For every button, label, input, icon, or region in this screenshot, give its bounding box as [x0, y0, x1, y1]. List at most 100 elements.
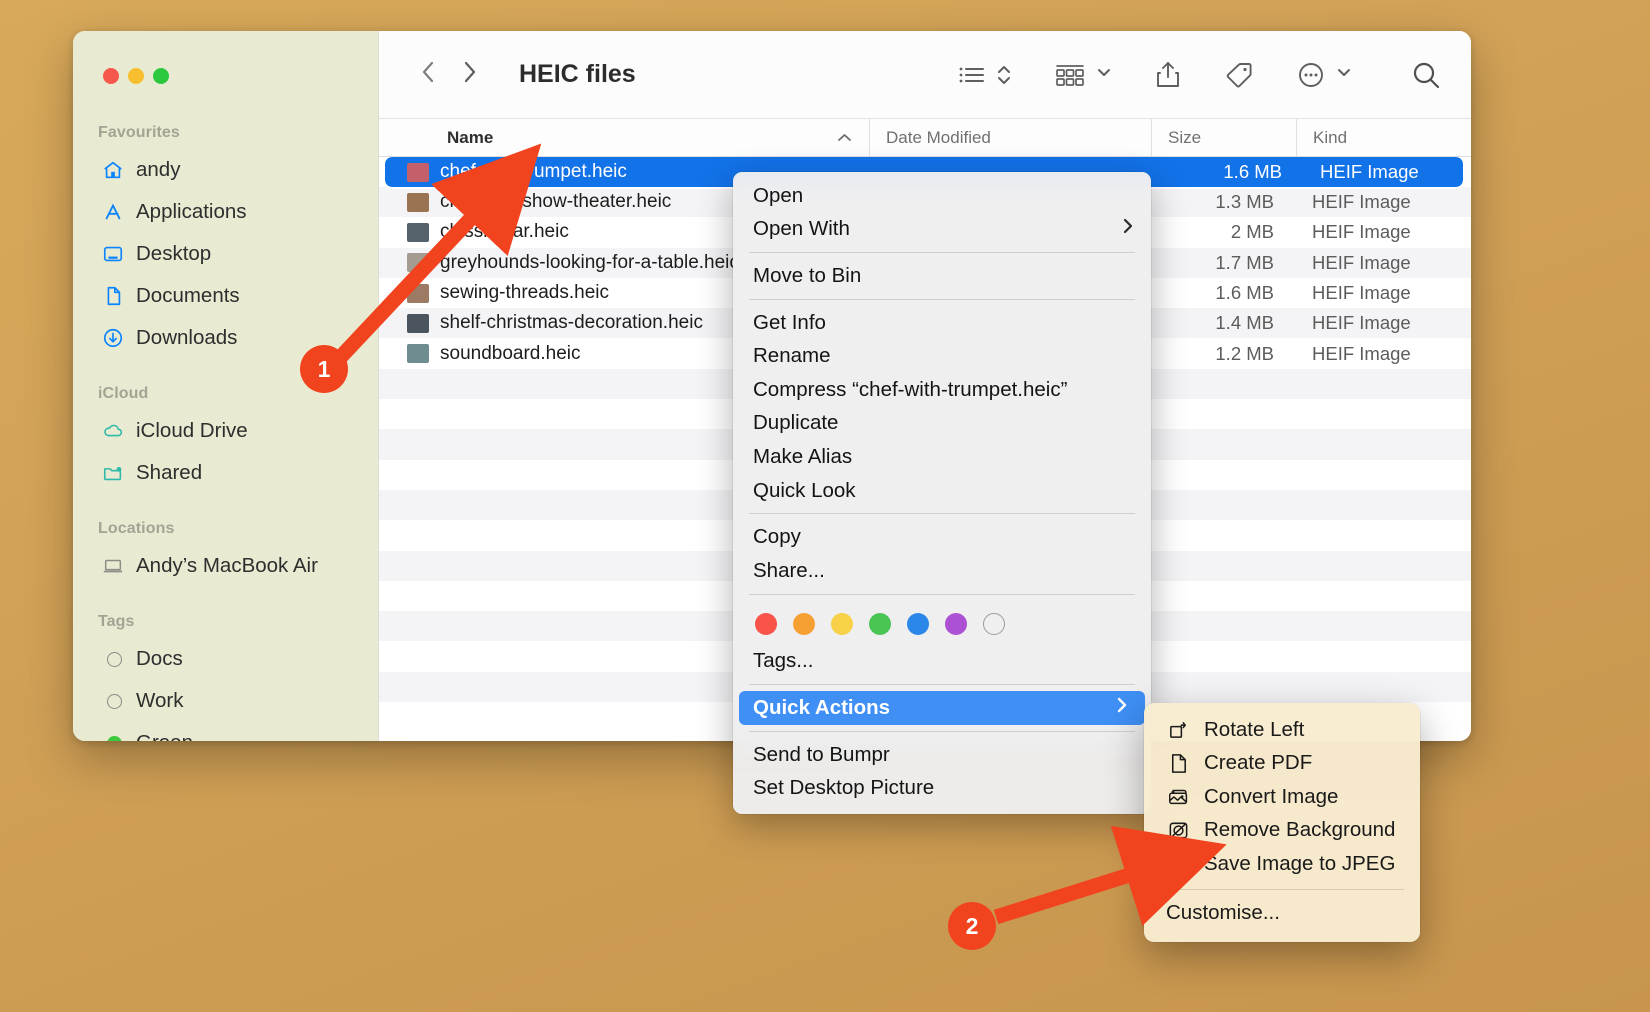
tag-colour-swatch[interactable]	[983, 612, 1005, 635]
menu-item-copy[interactable]: Copy	[733, 520, 1151, 554]
sidebar-item-tag-green[interactable]: Green	[73, 722, 378, 741]
submenu-item-convert-image[interactable]: Convert Image	[1144, 780, 1420, 814]
sidebar-item-shared[interactable]: Shared	[73, 452, 378, 494]
file-kind-cell: HEIF Image	[1312, 282, 1411, 304]
file-size-cell: 1.3 MB	[1215, 191, 1274, 213]
menu-item-label: Move to Bin	[753, 263, 862, 287]
menu-item-send-to-bumpr[interactable]: Send to Bumpr	[733, 738, 1151, 772]
list-view-icon[interactable]	[957, 62, 987, 88]
rotate-left-icon	[1166, 718, 1191, 742]
menu-item-share[interactable]: Share...	[733, 554, 1151, 588]
share-icon[interactable]	[1153, 59, 1183, 91]
menu-item-label: Rename	[753, 344, 831, 368]
chevron-right-icon	[1121, 216, 1135, 242]
submenu-item-label: Create PDF	[1204, 751, 1313, 775]
minimise-button[interactable]	[128, 68, 144, 84]
sidebar-item-label: Applications	[136, 200, 247, 223]
share-group	[1153, 59, 1183, 91]
column-header-size[interactable]: Size	[1151, 119, 1296, 156]
sidebar-item-tag-docs[interactable]: Docs	[73, 638, 378, 680]
finder-toolbar: HEIC files	[379, 31, 1471, 118]
group-by-icon[interactable]	[1053, 61, 1087, 89]
desktop: Favourites andy Applications Desktop Doc…	[0, 0, 1650, 1012]
menu-item-move-to-bin[interactable]: Move to Bin	[733, 259, 1151, 293]
menu-item-duplicate[interactable]: Duplicate	[733, 407, 1151, 441]
sidebar-item-applications[interactable]: Applications	[73, 191, 378, 233]
column-header-date-modified[interactable]: Date Modified	[869, 119, 1151, 156]
submenu-item-rotate-left[interactable]: Rotate Left	[1144, 713, 1420, 747]
column-headers: Name Date Modified Size Kind	[379, 118, 1471, 157]
submenu-separator	[1160, 888, 1404, 890]
zoom-button[interactable]	[153, 68, 169, 84]
back-button[interactable]	[409, 57, 449, 92]
sort-chevrons-icon[interactable]	[995, 61, 1013, 89]
close-button[interactable]	[103, 68, 119, 84]
tag-colour-swatch[interactable]	[755, 612, 777, 635]
file-size-cell: 1.2 MB	[1215, 342, 1274, 364]
menu-item-get-info[interactable]: Get Info	[733, 306, 1151, 340]
sidebar-item-desktop[interactable]: Desktop	[73, 233, 378, 275]
view-options-group	[957, 61, 1013, 89]
tag-colour-swatch[interactable]	[869, 612, 891, 635]
menu-item-label: Share...	[753, 558, 825, 582]
sidebar-item-tag-work[interactable]: Work	[73, 680, 378, 722]
submenu-item-remove-background[interactable]: Remove Background	[1144, 814, 1420, 848]
column-header-name[interactable]: Name	[379, 119, 819, 156]
forward-button[interactable]	[449, 57, 489, 92]
sort-ascending-icon[interactable]	[819, 119, 869, 156]
menu-item-make-alias[interactable]: Make Alias	[733, 440, 1151, 474]
file-kind-cell: HEIF Image	[1312, 342, 1411, 364]
tag-dot-icon	[101, 648, 124, 671]
desktop-icon	[101, 243, 124, 266]
tag-colour-swatch[interactable]	[945, 612, 967, 635]
more-ellipsis-icon[interactable]	[1295, 59, 1327, 91]
file-thumbnail-icon	[407, 253, 429, 273]
home-icon	[101, 159, 124, 182]
menu-item-compress[interactable]: Compress “chef-with-trumpet.heic”	[733, 373, 1151, 407]
sidebar-item-macbook-air[interactable]: Andy’s MacBook Air	[73, 545, 378, 587]
sidebar-section-tags: Tags	[98, 613, 135, 630]
laptop-icon	[101, 555, 124, 578]
menu-item-tags[interactable]: Tags...	[733, 645, 1151, 679]
shared-folder-icon	[101, 462, 124, 485]
tag-colour-swatch[interactable]	[793, 612, 815, 635]
menu-item-open[interactable]: Open	[733, 179, 1151, 213]
menu-item-label: Compress “chef-with-trumpet.heic”	[753, 377, 1068, 401]
submenu-item-create-pdf[interactable]: Create PDF	[1144, 747, 1420, 781]
sidebar-item-documents[interactable]: Documents	[73, 275, 378, 317]
column-header-kind[interactable]: Kind	[1296, 119, 1471, 156]
sidebar-item-icloud-drive[interactable]: iCloud Drive	[73, 410, 378, 452]
tag-icon[interactable]	[1223, 59, 1255, 91]
page-title: HEIC files	[519, 60, 636, 88]
file-name-label: childrens-show-theater.heic	[440, 191, 672, 213]
menu-item-rename[interactable]: Rename	[733, 339, 1151, 373]
menu-item-label: Make Alias	[753, 444, 853, 468]
tag-colour-swatch[interactable]	[831, 612, 853, 635]
submenu-item-customise[interactable]: Customise...	[1144, 897, 1420, 931]
search-icon[interactable]	[1409, 58, 1443, 92]
file-thumbnail-icon	[407, 313, 429, 333]
file-thumbnail-icon	[407, 283, 429, 303]
chevron-right-icon	[1115, 695, 1129, 721]
menu-item-quick-look[interactable]: Quick Look	[733, 474, 1151, 508]
callout-badge-1: 1	[300, 345, 348, 393]
menu-item-quick-actions[interactable]: Quick Actions	[739, 691, 1145, 725]
sidebar-item-andy[interactable]: andy	[73, 149, 378, 191]
file-thumbnail-icon	[407, 222, 429, 242]
menu-item-label: Send to Bumpr	[753, 742, 890, 766]
menu-separator	[749, 513, 1135, 515]
tag-colour-swatch[interactable]	[907, 612, 929, 635]
chevron-down-icon[interactable]	[1095, 65, 1113, 84]
submenu-item-save-image-to-jpeg[interactable]: Save Image to JPEG	[1144, 847, 1420, 881]
menu-item-set-desktop-picture[interactable]: Set Desktop Picture	[733, 771, 1151, 805]
sidebar-section-locations: Locations	[98, 520, 175, 537]
menu-separator	[749, 684, 1135, 686]
menu-item-open-with[interactable]: Open With	[733, 213, 1151, 247]
file-name-label: chef-with-trumpet.heic	[440, 161, 627, 182]
file-name-label: sewing-threads.heic	[440, 282, 609, 304]
file-name-label: soundboard.heic	[440, 342, 581, 364]
menu-item-label: Copy	[753, 525, 801, 549]
pdf-document-icon	[1166, 751, 1191, 775]
tag-dot-icon	[101, 690, 124, 713]
chevron-down-icon[interactable]	[1335, 65, 1353, 84]
